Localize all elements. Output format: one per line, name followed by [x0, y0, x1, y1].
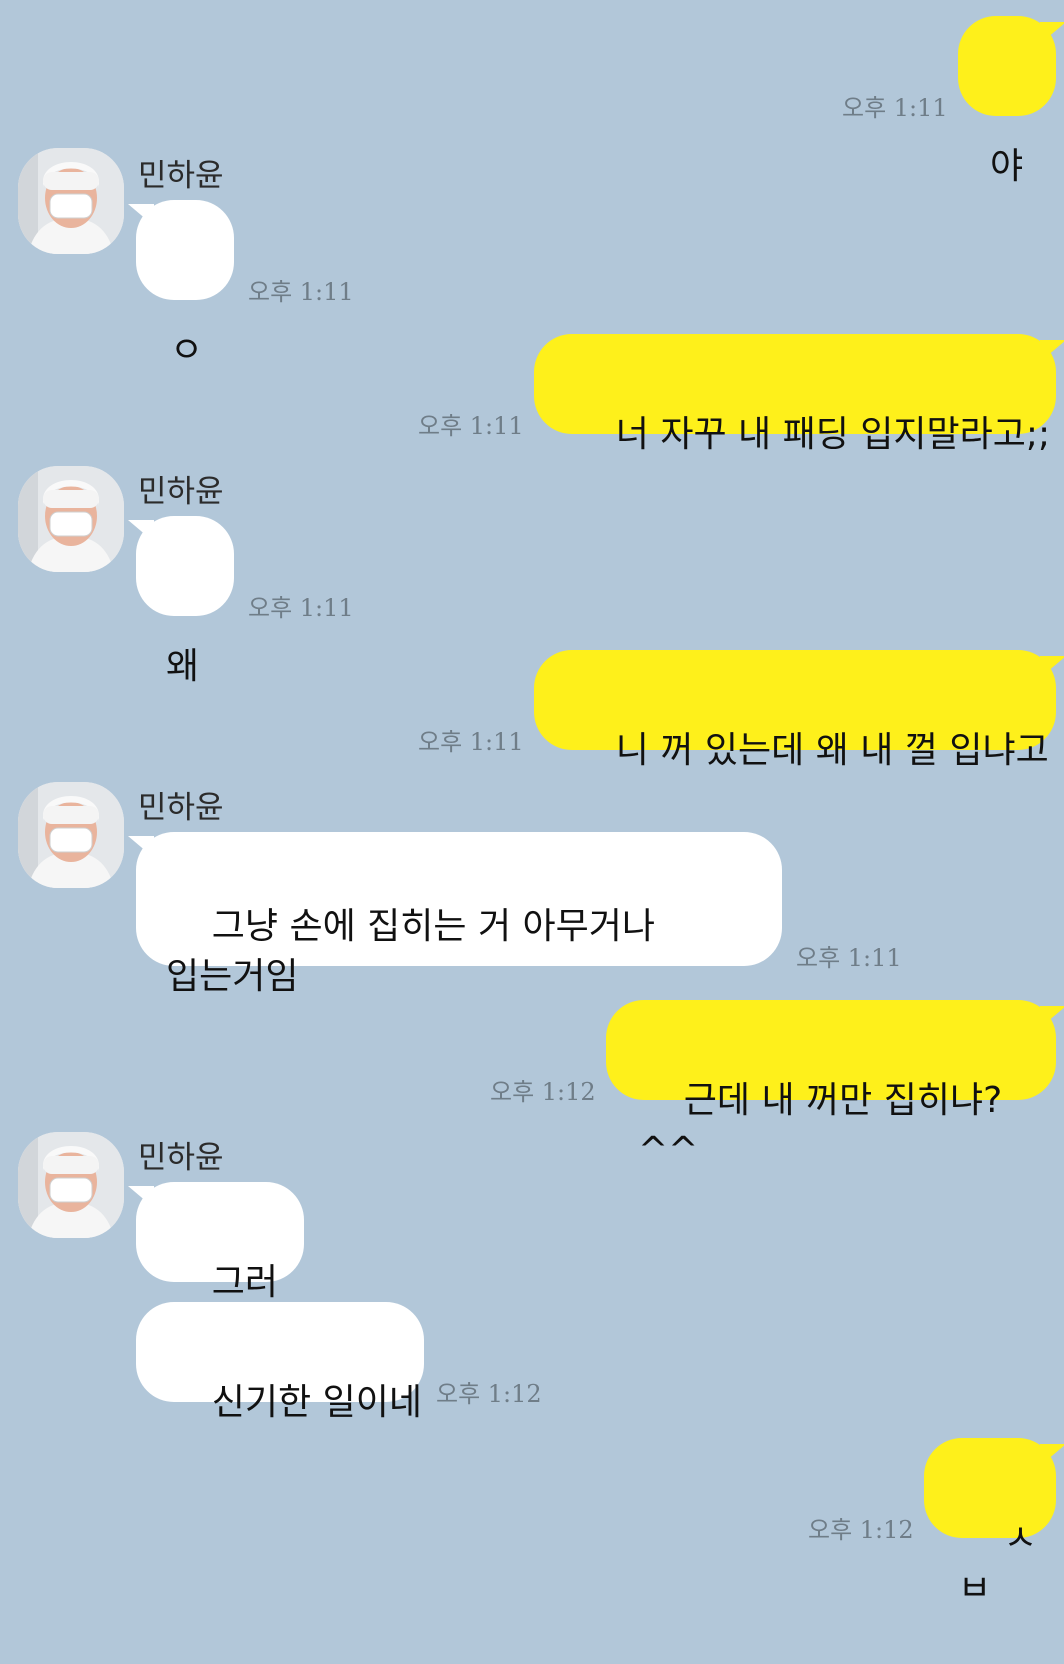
message-time: 오후 1:11: [796, 944, 902, 972]
message-time: 오후 1:11: [418, 412, 524, 440]
bubble-tail: [128, 204, 154, 226]
message-text: 야: [990, 146, 1024, 187]
chat-room: 야 오후 1:11 민하윤 ㅇ 오후 1:11 너 자꾸 내 패딩 입지말라고;…: [0, 0, 1064, 1609]
message-time: 오후 1:11: [418, 728, 524, 756]
sender-name: 민하윤: [138, 1140, 224, 1176]
contact-avatar[interactable]: [18, 148, 124, 254]
message-time: 오후 1:12: [436, 1380, 542, 1408]
my-message-bubble[interactable]: 너 자꾸 내 패딩 입지말라고;;: [534, 334, 1056, 455]
message-time: 오후 1:11: [248, 278, 354, 306]
their-message-bubble[interactable]: 그러게: [136, 1182, 304, 1353]
message-text: 왜: [166, 646, 200, 687]
message-text: 그냥 손에 집히는 거 아무거나 입는거임: [166, 906, 655, 997]
bubble-tail: [1040, 340, 1064, 362]
profile-photo-icon: [18, 782, 124, 888]
message-time: 오후 1:11: [842, 94, 948, 122]
message-text: 니 꺼 있는데 왜 내 껄 입냐고: [615, 730, 1049, 771]
sender-name: 민하윤: [138, 790, 224, 826]
sender-name: 민하윤: [138, 158, 224, 194]
message-time: 오후 1:11: [248, 594, 354, 622]
message-time: 오후 1:12: [808, 1516, 914, 1544]
profile-photo-icon: [18, 1132, 124, 1238]
their-message-bubble[interactable]: 그냥 손에 집히는 거 아무거나 입는거임: [136, 832, 782, 997]
message-text: 너 자꾸 내 패딩 입지말라고;;: [615, 414, 1051, 455]
profile-photo-icon: [18, 466, 124, 572]
profile-photo-icon: [18, 148, 124, 254]
my-message-bubble[interactable]: 근데 내 꺼만 집히냐? ^^: [606, 1000, 1056, 1171]
message-text: 신기한 일이네: [211, 1382, 422, 1423]
message-text: ㅇ: [170, 330, 204, 371]
bubble-tail: [128, 1186, 154, 1208]
contact-avatar[interactable]: [18, 466, 124, 572]
bubble-tail: [128, 520, 154, 542]
their-message-bubble[interactable]: 신기한 일이네: [136, 1302, 424, 1423]
my-message-bubble[interactable]: 니 꺼 있는데 왜 내 껄 입냐고: [534, 650, 1056, 771]
bubble-tail: [1040, 22, 1064, 44]
message-text: ㅅㅂ: [958, 1518, 1037, 1609]
bubble-tail: [1040, 1444, 1064, 1466]
bubble-tail: [1040, 1006, 1064, 1028]
bubble-tail: [1040, 656, 1064, 678]
bubble-tail: [128, 836, 154, 858]
message-time: 오후 1:12: [490, 1078, 596, 1106]
my-message-bubble[interactable]: ㅅㅂ: [924, 1438, 1056, 1609]
message-text: 근데 내 꺼만 집히냐? ^^: [638, 1080, 1014, 1171]
sender-name: 민하윤: [138, 474, 224, 510]
contact-avatar[interactable]: [18, 1132, 124, 1238]
contact-avatar[interactable]: [18, 782, 124, 888]
